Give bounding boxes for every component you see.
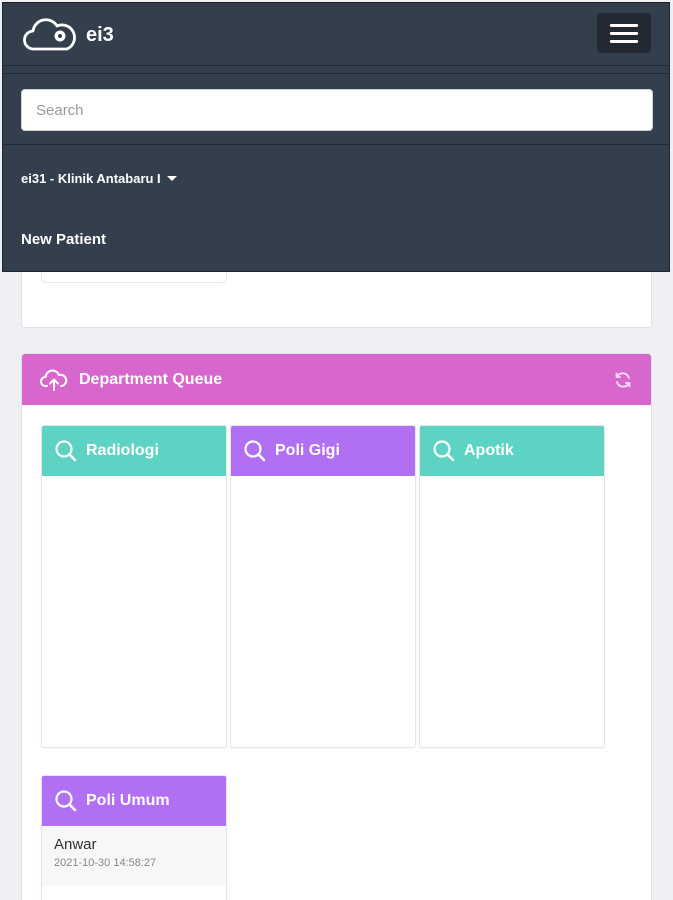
department-queue-panel: Department Queue Radiologi Poli Gigi Apo… [21,353,652,900]
cloud-logo-icon [23,18,76,51]
search-icon [55,440,77,462]
menu-toggle-button[interactable] [597,13,651,53]
hamburger-icon [610,23,638,27]
department-header-poli-gigi[interactable]: Poli Gigi [231,426,415,476]
queue-patient-item[interactable]: Anwar 2021-10-30 14:58:27 [42,826,226,886]
department-header-apotik[interactable]: Apotik [420,426,604,476]
brand-name: ei3 [86,23,114,46]
department-card-poli-gigi: Poli Gigi [230,425,416,748]
cloud-upload-icon [40,369,68,391]
search-icon [55,790,77,812]
brand[interactable]: ei3 [22,15,114,55]
divider [3,73,669,74]
new-patient-link[interactable]: New Patient [21,231,106,248]
department-name: Apotik [464,442,514,459]
department-card-apotik: Apotik [419,425,605,748]
department-name: Poli Gigi [275,442,340,459]
refresh-icon[interactable] [613,370,633,390]
navbar: ei3 ei31 - Klinik Antabaru I New Patient [2,2,670,272]
department-name: Radiologi [86,442,159,459]
search-icon [433,440,455,462]
department-header-radiologi[interactable]: Radiologi [42,426,226,476]
clinic-label: ei31 - Klinik Antabaru I [21,171,161,186]
department-card-radiologi: Radiologi [41,425,227,748]
department-card-poli-umum: Poli Umum Anwar 2021-10-30 14:58:27 [41,775,227,900]
patient-timestamp: 2021-10-30 14:58:27 [54,857,157,869]
department-name: Poli Umum [86,792,170,809]
caret-down-icon [166,176,177,181]
department-queue-title: Department Queue [79,370,223,388]
patient-name: Anwar [54,836,97,853]
department-header-poli-umum[interactable]: Poli Umum [42,776,226,826]
divider [3,144,669,145]
clinic-dropdown[interactable]: ei31 - Klinik Antabaru I [21,171,177,186]
divider [3,65,669,66]
search-input[interactable] [21,89,653,131]
department-queue-header: Department Queue [22,354,651,405]
search-icon [244,440,266,462]
